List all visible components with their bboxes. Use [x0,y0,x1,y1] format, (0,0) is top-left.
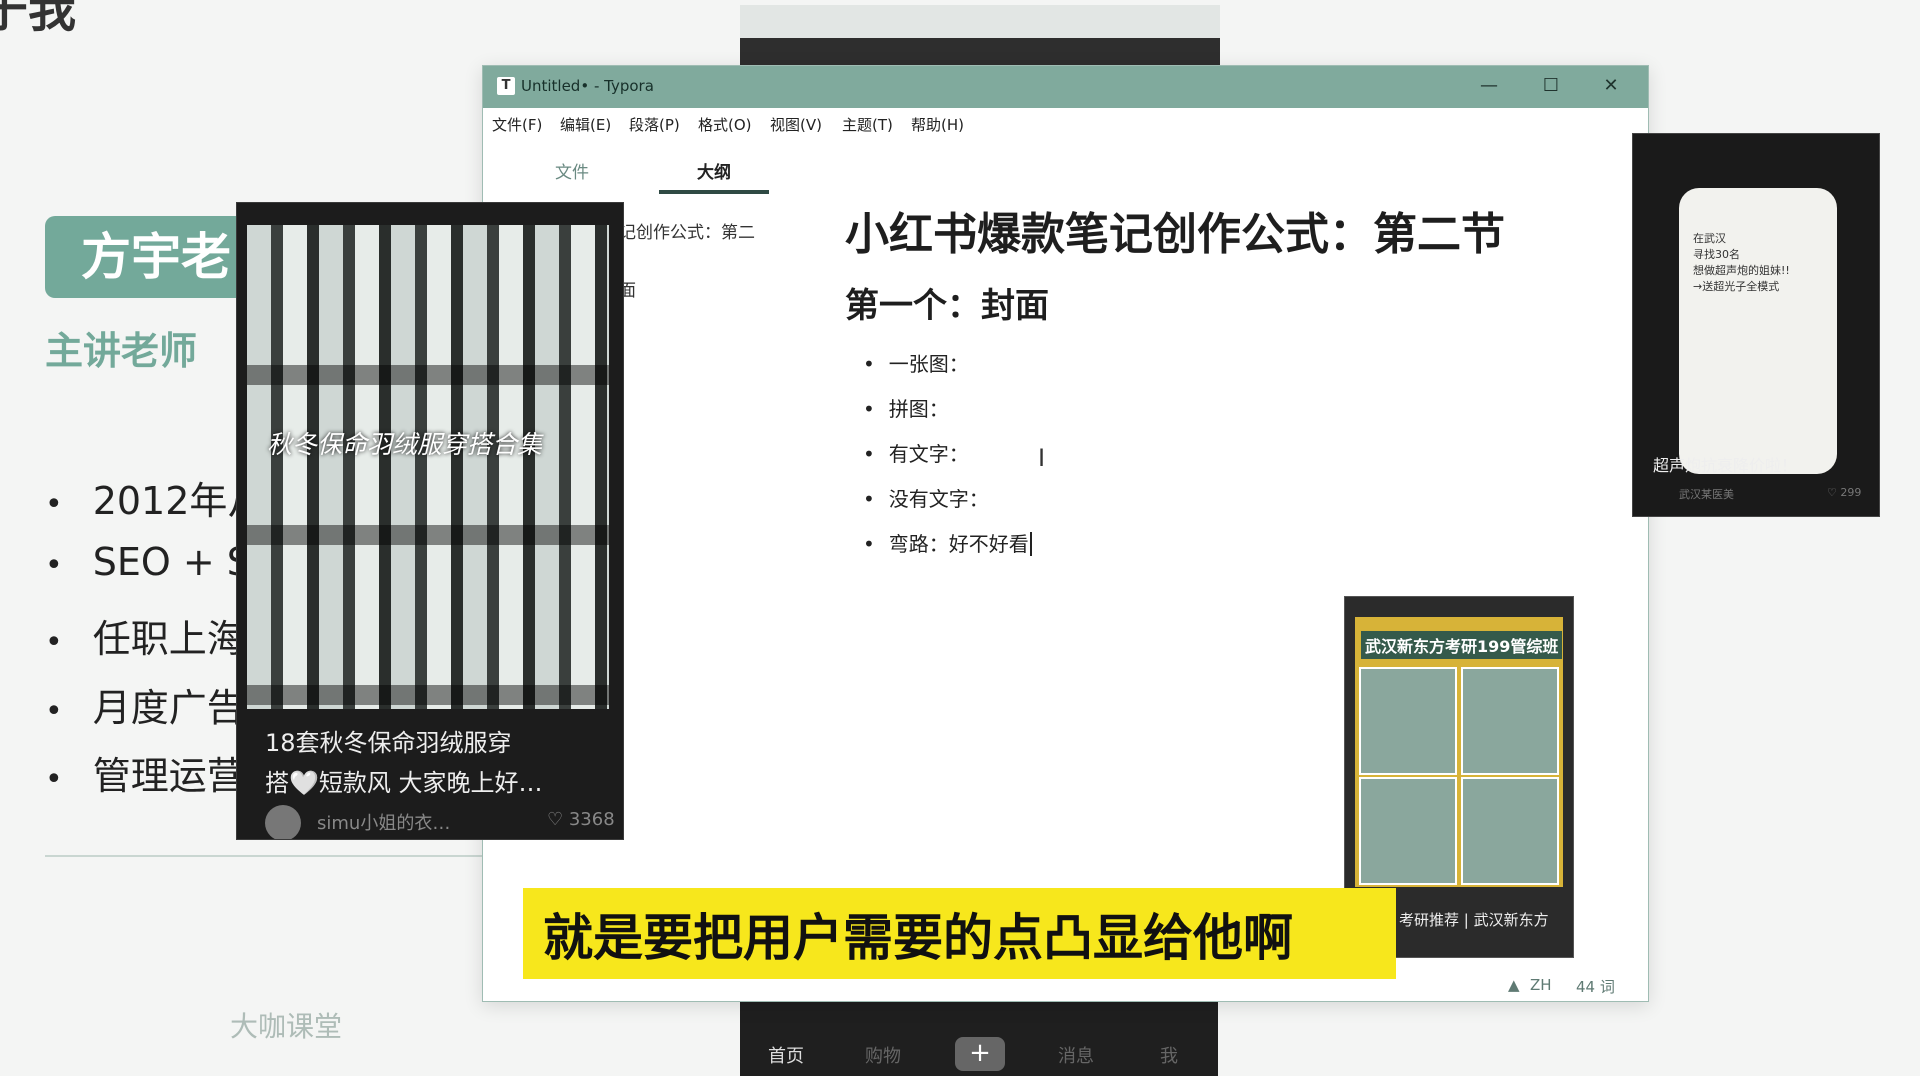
status-language[interactable]: ZH [1530,976,1552,994]
post-author: simu小姐的衣… [317,813,451,834]
tab-outline[interactable]: 大纲 [697,158,731,183]
menu-edit[interactable]: 编辑(E) [560,114,611,135]
list-item[interactable]: 没有文字： [863,483,989,512]
nav-shop[interactable]: 购物 [865,1042,901,1068]
document-heading[interactable]: 第一个：封面 [845,278,1049,327]
menu-help[interactable]: 帮助(H) [911,114,964,135]
phone-note: →送超光子全模式 [1693,280,1780,293]
typora-app-icon: T [497,77,515,95]
phone-post-card[interactable]: 在武汉 寻找30名 想做超声炮的姐妹!! →送超光子全模式 超声炮抗衰降价啦！ … [1632,133,1880,517]
phone-note: 寻找30名 [1693,248,1740,261]
classroom-photo [1461,667,1559,775]
tab-files[interactable]: 文件 [555,158,589,183]
classroom-photo [1359,667,1457,775]
status-word-count[interactable]: 44 词 [1576,976,1615,997]
nav-me[interactable]: 我 [1160,1042,1178,1068]
minimize-button[interactable]: — [1461,72,1517,100]
nav-messages[interactable]: 消息 [1058,1042,1094,1068]
title-bar[interactable]: T Untitled• - Typora — ☐ ✕ [483,66,1648,108]
text-cursor-icon: I [1038,444,1046,472]
post-caption: 超声炮抗衰降价啦！ [1653,456,1798,475]
menu-view[interactable]: 视图(V) [770,114,822,135]
post-cover-shade [247,225,609,709]
slide-bullet: SEO + S [45,540,251,584]
warning-icon[interactable]: ▲ [1508,976,1520,994]
video-subtitle: 就是要把用户需要的点凸显给他啊 [543,909,1293,967]
menu-format[interactable]: 格式(O) [698,114,752,135]
teacher-name-badge: 方宇老 [45,216,255,298]
nav-home[interactable]: 首页 [768,1042,804,1068]
active-tab-indicator [659,190,769,194]
ad-title: 武汉新东方考研199管综班 [1361,631,1563,659]
window-title: Untitled• - Typora [521,77,654,95]
nav-add-button[interactable]: + [955,1037,1005,1071]
slide-heading: 于我 [0,0,77,38]
menu-file[interactable]: 文件(F) [492,114,542,135]
phone-note: 在武汉 [1693,232,1726,245]
post-caption: 考研推荐 | 武汉新东方 [1399,911,1549,929]
slide-logo: 大咖课堂 [230,1010,343,1043]
phone-note: 想做超声炮的姐妹!! [1693,264,1790,277]
post-author: 武汉某医美 [1679,488,1734,501]
classroom-photo [1359,777,1457,885]
teacher-role: 主讲老师 [45,329,198,373]
slide-bullet: 月度广告 [45,677,245,732]
close-button[interactable]: ✕ [1583,72,1639,100]
list-item[interactable]: 一张图： [863,348,969,377]
avatar [265,805,301,839]
maximize-button[interactable]: ☐ [1523,72,1579,100]
post-caption: 18套秋冬保命羽绒服穿 [265,729,512,757]
classroom-photo [1461,777,1559,885]
menu-paragraph[interactable]: 段落(P) [629,114,680,135]
document-title[interactable]: 小红书爆款笔记创作公式：第二节 [845,198,1505,262]
slide-bullet: 管理运营 [45,745,245,800]
list-item[interactable]: 弯路：好不好看 [863,528,1032,557]
slide-bullet: 2012年从 [45,470,266,525]
post-likes: ♡ 3368 [547,809,615,830]
slide-divider [45,855,485,857]
list-item[interactable]: 拼图： [863,393,949,422]
background-phone-status-bar [740,38,1220,68]
post-cover-text: 秋冬保命羽绒服穿搭合集 [267,430,543,459]
post-likes: ♡ 299 [1827,486,1862,499]
outline-item[interactable]: 记创作公式：第二 [619,218,755,243]
slide-bullet: 任职上海 [45,608,245,663]
list-item[interactable]: 有文字： [863,438,969,467]
xhs-post-card[interactable]: 秋冬保命羽绒服穿搭合集 18套秋冬保命羽绒服穿 搭🤍短款风 大家晚上好… sim… [236,202,624,840]
menu-theme[interactable]: 主题(T) [842,114,893,135]
post-caption: 搭🤍短款风 大家晚上好… [265,769,543,797]
